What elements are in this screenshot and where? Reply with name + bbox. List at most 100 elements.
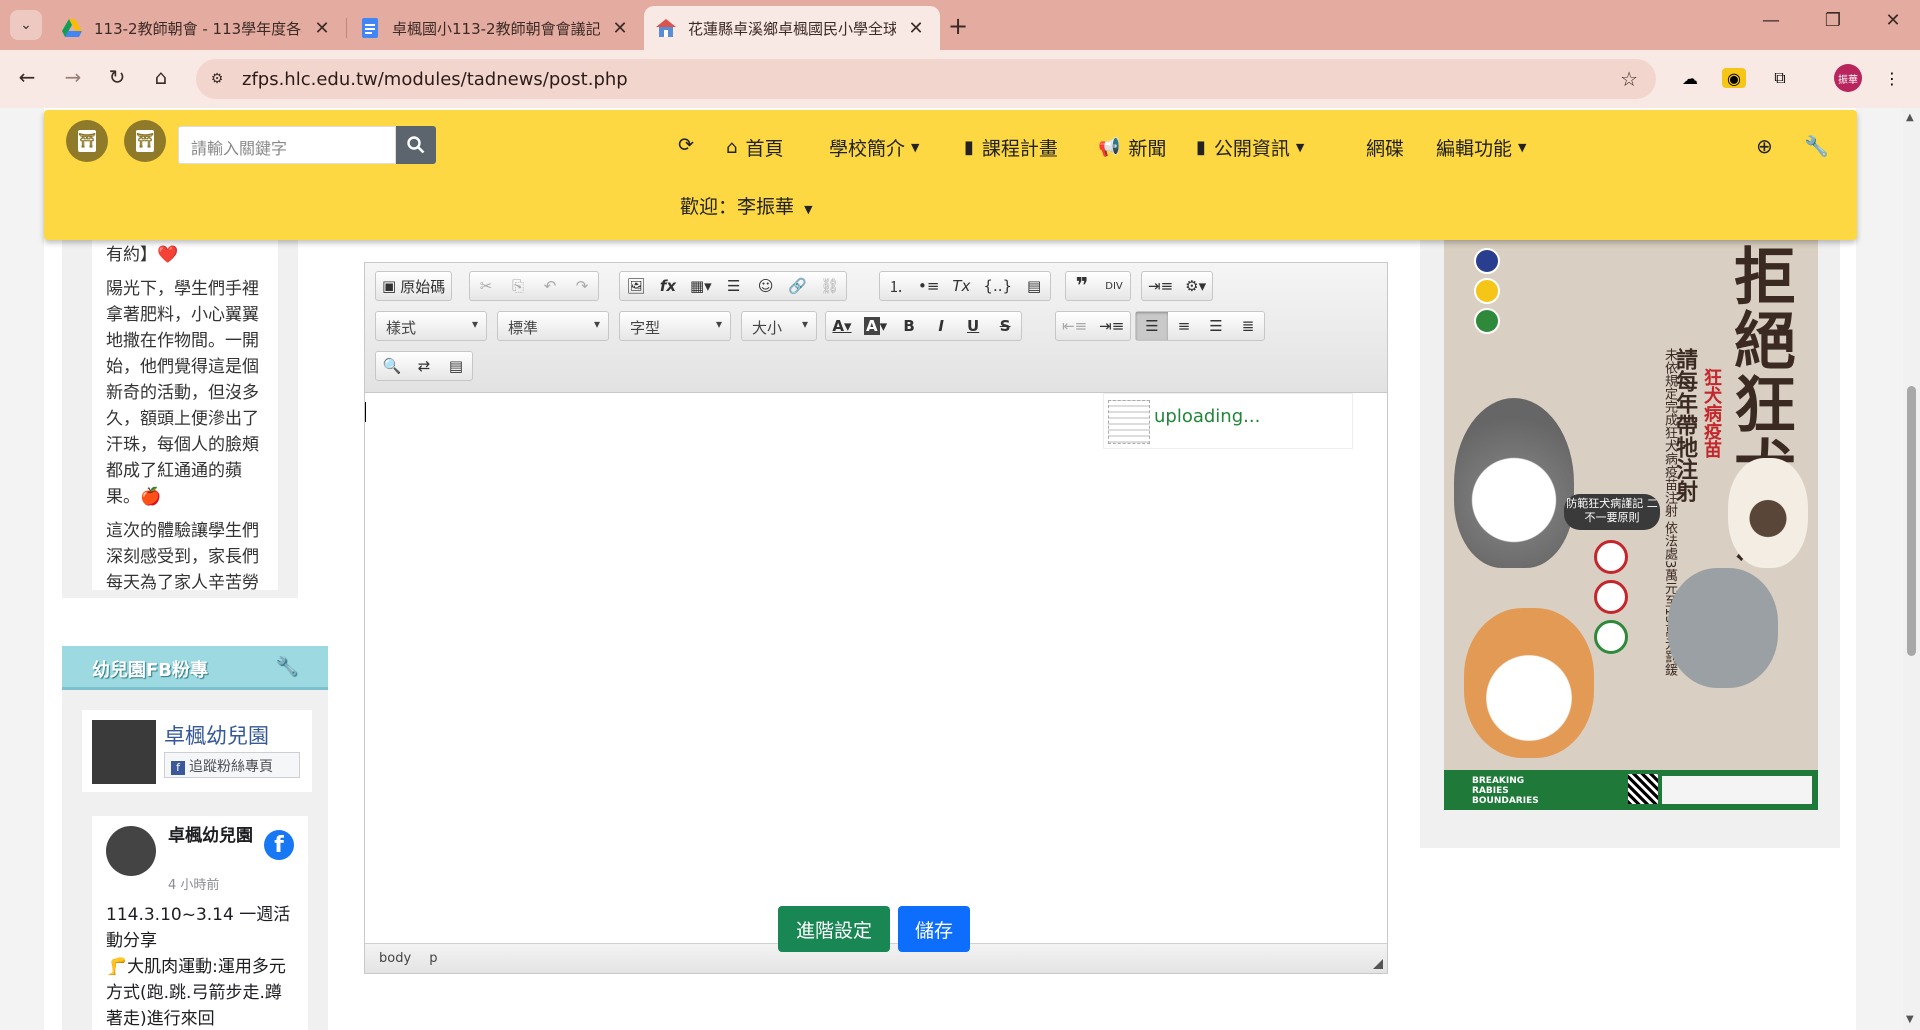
- formula-button[interactable]: fx: [652, 272, 684, 300]
- resize-handle[interactable]: [1373, 959, 1383, 969]
- find-button[interactable]: 🔍: [376, 352, 408, 380]
- welcome-user-menu[interactable]: 歡迎：李振華 ▼: [680, 192, 813, 219]
- code-snippet-button[interactable]: {..}: [977, 272, 1018, 300]
- fb-page-card[interactable]: 卓楓幼兒園 f 追蹤粉絲專頁: [82, 710, 312, 792]
- undo-button[interactable]: ↶: [534, 272, 566, 300]
- new-tab-button[interactable]: +: [948, 12, 968, 40]
- unlink-button[interactable]: ⛓: [814, 272, 846, 300]
- indent-button[interactable]: ⇥≡: [1093, 312, 1130, 340]
- profile-avatar[interactable]: 振華: [1834, 64, 1862, 92]
- menu-public-info[interactable]: ▮ 公開資訊 ▼: [1196, 134, 1304, 161]
- format-select[interactable]: 標準: [497, 311, 609, 341]
- div-container-button[interactable]: DIV: [1098, 272, 1130, 300]
- text-color-button[interactable]: A▾: [826, 312, 858, 340]
- style-select[interactable]: 樣式: [375, 311, 487, 341]
- tab-search-button[interactable]: ⌄: [10, 10, 42, 40]
- search-input[interactable]: 請輸入關鍵字: [178, 126, 396, 164]
- editor-content-area[interactable]: [365, 394, 1387, 842]
- refresh-menu-button[interactable]: ⟳: [678, 134, 694, 156]
- link-button[interactable]: 🔗: [782, 272, 814, 300]
- element-path-body[interactable]: body: [379, 951, 411, 966]
- school-logo-secondary[interactable]: ⛩: [124, 120, 166, 162]
- menu-curriculum[interactable]: ▮ 課程計畫: [964, 134, 1058, 161]
- align-center-button[interactable]: ≡: [1168, 312, 1200, 340]
- scroll-down-icon[interactable]: ▼: [1906, 1014, 1914, 1025]
- bold-button[interactable]: B: [893, 312, 925, 340]
- copy-button[interactable]: ⎘: [502, 272, 534, 300]
- cut-button[interactable]: ✂: [470, 272, 502, 300]
- horizontal-rule-button[interactable]: ☰: [718, 272, 750, 300]
- close-icon[interactable]: ✕: [608, 18, 632, 39]
- replace-button[interactable]: ⇄: [408, 352, 440, 380]
- table-button[interactable]: ▦▾: [684, 272, 718, 300]
- background-color-button[interactable]: A ▾: [858, 312, 893, 340]
- add-circle-icon[interactable]: ⊕: [1756, 134, 1773, 158]
- template-button[interactable]: ▤: [1018, 272, 1050, 300]
- reload-button[interactable]: ↻: [102, 65, 132, 89]
- source-button[interactable]: ▣ 原始碼: [376, 272, 451, 300]
- italic-button[interactable]: I: [925, 312, 957, 340]
- bookmark-star-icon[interactable]: ☆: [1620, 67, 1638, 91]
- close-icon[interactable]: ✕: [310, 18, 334, 39]
- menu-edit-functions[interactable]: 編輯功能 ▼: [1436, 134, 1526, 161]
- fb-post-author[interactable]: 卓楓幼兒園: [168, 824, 254, 848]
- redo-button[interactable]: ↷: [566, 272, 598, 300]
- eye-extension-icon[interactable]: ◉: [1722, 68, 1746, 88]
- scrollbar-thumb[interactable]: [1907, 386, 1916, 656]
- emoji-button[interactable]: ☺: [750, 272, 782, 300]
- image-button[interactable]: 🖼: [620, 272, 652, 300]
- align-justify-button[interactable]: ≣: [1232, 312, 1264, 340]
- avatar[interactable]: [106, 826, 156, 876]
- settings-button[interactable]: ⚙▾: [1179, 272, 1212, 300]
- remove-format-button[interactable]: Tx: [945, 272, 977, 300]
- tab-docs[interactable]: 卓楓國小113-2教師朝會會議記 ✕: [348, 6, 644, 50]
- cloud-extension-icon[interactable]: ☁: [1676, 64, 1704, 92]
- strikethrough-button[interactable]: S: [989, 312, 1021, 340]
- extensions-puzzle-icon[interactable]: ⧉: [1766, 64, 1794, 92]
- forward-button[interactable]: →: [58, 65, 88, 89]
- wrench-icon[interactable]: 🔧: [1804, 134, 1829, 158]
- siamese-cat-illustration: [1728, 458, 1808, 568]
- fb-page-thumbnail[interactable]: [92, 720, 156, 784]
- indent-block-button[interactable]: ⇥≡: [1142, 272, 1179, 300]
- restore-button[interactable]: ❐: [1818, 10, 1848, 31]
- outdent-button[interactable]: ⇤≡: [1056, 312, 1093, 340]
- wrench-icon[interactable]: 🔧: [276, 656, 298, 677]
- align-right-button[interactable]: ☰: [1200, 312, 1232, 340]
- browser-menu-icon[interactable]: ⋮: [1878, 64, 1906, 92]
- minimize-button[interactable]: —: [1756, 10, 1786, 31]
- font-select[interactable]: 字型: [619, 311, 731, 341]
- close-icon[interactable]: ✕: [904, 18, 928, 39]
- menu-school-intro[interactable]: 學校簡介 ▼: [829, 134, 919, 161]
- window-close-button[interactable]: ✕: [1878, 10, 1908, 31]
- tab-drive[interactable]: 113-2教師朝會 - 113學年度各項 ✕: [50, 6, 346, 50]
- size-select[interactable]: 大小: [741, 311, 817, 341]
- address-bar[interactable]: ⚙ zfps.hlc.edu.tw/modules/tadnews/post.p…: [196, 59, 1656, 99]
- search-icon: [407, 136, 425, 154]
- fb-page-name[interactable]: 卓楓幼兒園: [164, 720, 269, 750]
- site-info-icon[interactable]: ⚙: [204, 66, 230, 92]
- select-all-button[interactable]: ▤: [440, 352, 472, 380]
- rabies-poster-image[interactable]: 拒絕狂犬病 請每年帶牠注射 狂犬病疫苗 未依規定完成狂犬病疫苗注射 依法處3萬元…: [1444, 238, 1818, 810]
- search-button[interactable]: [396, 126, 436, 164]
- menu-home[interactable]: ⌂ 首頁: [726, 134, 783, 161]
- bulleted-list-button[interactable]: •≡: [912, 272, 945, 300]
- save-button[interactable]: 儲存: [898, 906, 970, 952]
- element-path-p[interactable]: p: [429, 951, 437, 966]
- facebook-icon[interactable]: f: [264, 830, 294, 860]
- page-scrollbar[interactable]: ▲ ▼: [1903, 108, 1920, 1030]
- scroll-up-icon[interactable]: ▲: [1906, 112, 1914, 123]
- advanced-settings-button[interactable]: 進階設定: [778, 906, 890, 952]
- tab-school-site[interactable]: 花蓮縣卓溪鄉卓楓國民小學全球 ✕: [644, 6, 940, 50]
- underline-button[interactable]: U: [957, 312, 989, 340]
- back-button[interactable]: ←: [12, 65, 42, 89]
- menu-news[interactable]: 📢 新聞: [1098, 134, 1166, 161]
- home-button[interactable]: ⌂: [146, 65, 176, 89]
- menu-netdisk[interactable]: 網碟: [1366, 134, 1404, 161]
- align-left-button[interactable]: ☰: [1136, 312, 1168, 340]
- blockquote-button[interactable]: ❞: [1066, 272, 1098, 300]
- fb-post-time[interactable]: 4 小時前: [168, 874, 219, 893]
- numbered-list-button[interactable]: ⒈: [880, 272, 912, 300]
- school-logo[interactable]: ⛩: [66, 120, 108, 162]
- fb-follow-button[interactable]: f 追蹤粉絲專頁: [164, 752, 300, 778]
